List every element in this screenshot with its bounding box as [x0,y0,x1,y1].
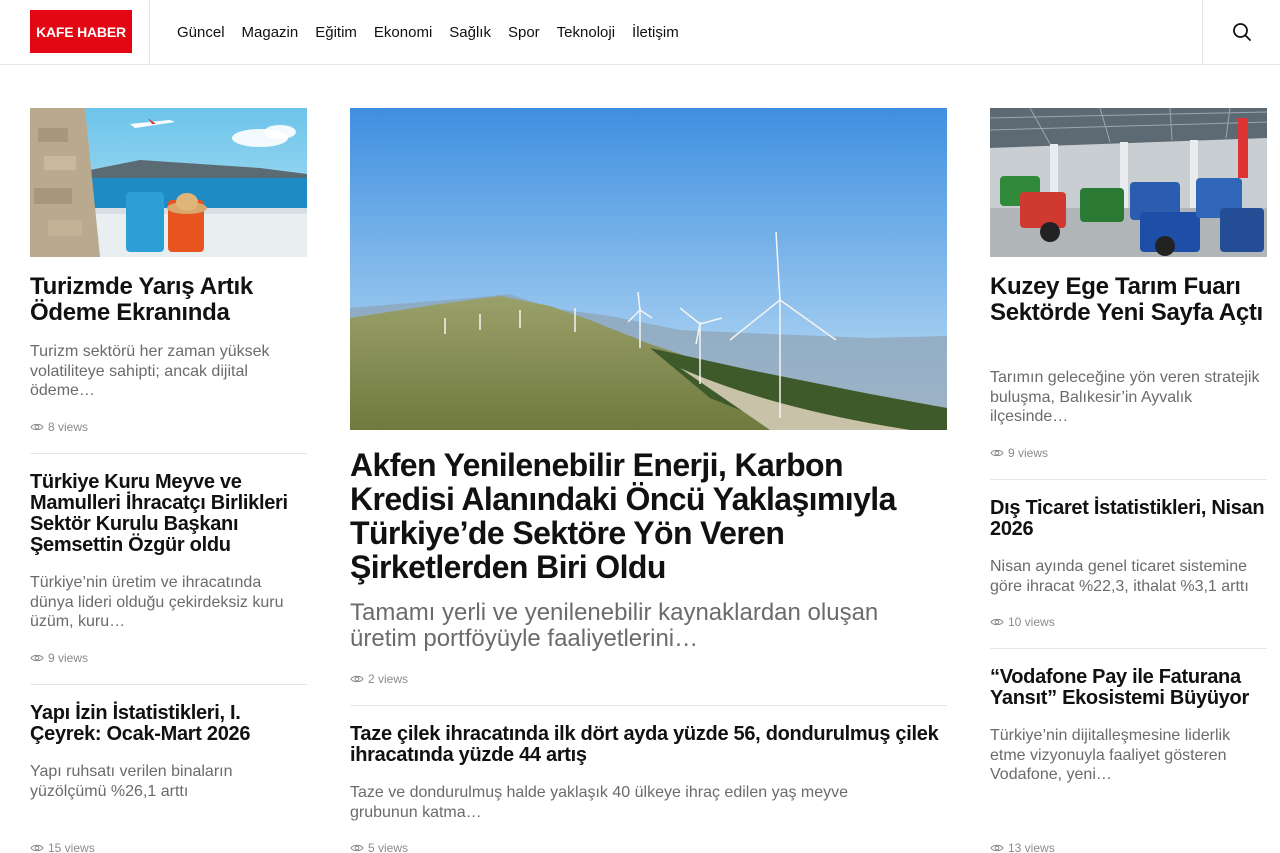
divider [350,705,947,706]
views-count: 9 views [1008,446,1049,460]
article-title[interactable]: Turizmde Yarış Artık Ödeme Ekranında [30,274,307,326]
eye-icon [990,618,1004,626]
article-views: 9 views [30,651,88,665]
views-count: 15 views [48,841,95,853]
views-count: 8 views [48,420,89,434]
nav-item-ekonomi[interactable]: Ekonomi [374,24,432,41]
article-title[interactable]: “Vodafone Pay ile Faturana Yansıt” Ekosi… [990,667,1267,709]
eye-icon [990,844,1004,852]
views-count: 13 views [1008,841,1055,853]
site-logo[interactable]: KAFE HABER [30,10,132,53]
eye-icon [350,675,364,683]
article-title[interactable]: Türkiye Kuru Meyve ve Mamulleri İhracatç… [30,472,307,556]
main-nav: Güncel Magazin Eğitim Ekonomi Sağlık Spo… [177,0,696,64]
article-views: 15 views [30,841,95,853]
nav-item-egitim[interactable]: Eğitim [315,24,357,41]
article-excerpt: Yapı ruhsatı verilen binaların yüzölçümü… [30,763,233,800]
views-count: 2 views [368,672,409,686]
views-count: 5 views [368,841,409,853]
eye-icon [990,449,1004,457]
eye-icon [30,423,44,431]
eye-icon [30,844,44,852]
divider [990,648,1267,649]
article-title[interactable]: Kuzey Ege Tarım Fuarı Sektörde Yeni Sayf… [990,274,1267,326]
article-image-tarim-fuari[interactable] [990,108,1267,257]
article-excerpt: Türkiye’nin dijitalleşmesine liderlik et… [990,727,1231,783]
article-views: 8 views [30,420,88,434]
nav-item-teknoloji[interactable]: Teknoloji [557,24,615,41]
nav-item-guncel[interactable]: Güncel [177,24,225,41]
article-title[interactable]: Dış Ticaret İstatistikleri, Nisan 2026 [990,498,1267,540]
article-views: 2 views [350,672,408,686]
divider [990,479,1267,480]
nav-item-iletisim[interactable]: İletişim [632,24,679,41]
nav-item-saglik[interactable]: Sağlık [449,24,491,41]
nav-item-spor[interactable]: Spor [508,24,540,41]
article-views: 13 views [990,841,1055,853]
featured-article-image[interactable] [350,108,947,430]
views-count: 9 views [48,651,89,665]
article-excerpt: Taze ve dondurulmuş halde yaklaşık 40 ül… [350,784,849,821]
eye-icon [350,844,364,852]
site-header: KAFE HABER Güncel Magazin Eğitim Ekonomi… [0,0,1280,65]
article-views: 10 views [990,615,1055,629]
divider [30,453,307,454]
article-excerpt: Turizm sektörü her zaman yüksek volatili… [30,343,270,399]
search-icon [1232,23,1251,41]
article-excerpt: Tarımın geleceğine yön veren stratejik b… [990,369,1260,425]
eye-icon [30,654,44,662]
article-excerpt: Türkiye’nin üretim ve ihracatında dünya … [30,574,284,630]
logo-container: KAFE HABER [0,0,150,64]
views-count: 10 views [1008,615,1055,629]
article-views: 9 views [990,446,1048,460]
featured-article-title[interactable]: Akfen Yenilenebilir Enerji, Karbon Kredi… [350,448,947,584]
article-title[interactable]: Taze çilek ihracatında ilk dört ayda yüz… [350,724,947,766]
nav-item-magazin[interactable]: Magazin [242,24,299,41]
divider [30,684,307,685]
featured-article-excerpt: Tamamı yerli ve yenilenebilir kaynaklard… [350,599,879,652]
article-excerpt: Nisan ayında genel ticaret sistemine gör… [990,558,1249,595]
search-button[interactable] [1202,0,1280,64]
article-views: 5 views [350,841,408,853]
article-title[interactable]: Yapı İzin İstatistikleri, I. Çeyrek: Oca… [30,703,307,745]
article-image-turizm[interactable] [30,108,307,257]
